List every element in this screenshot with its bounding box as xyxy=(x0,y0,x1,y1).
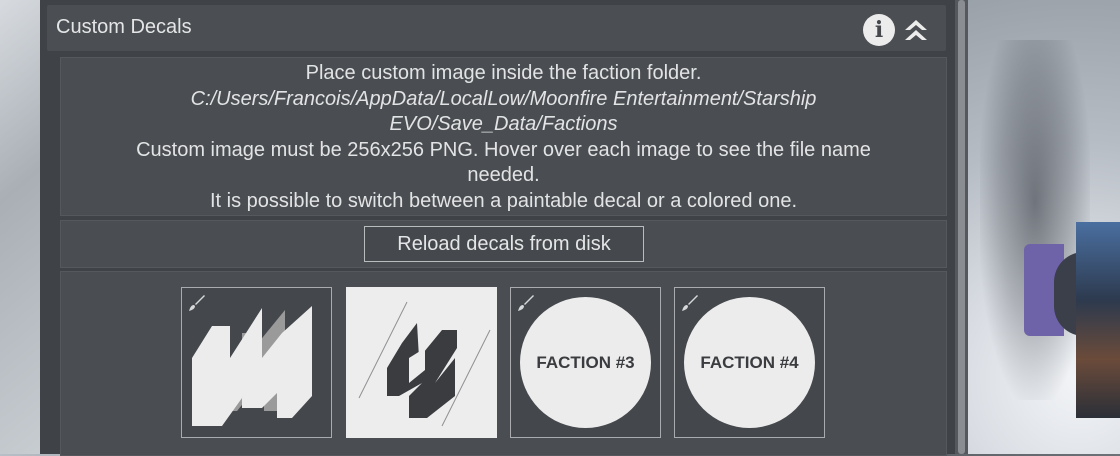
paint-brush-icon xyxy=(518,295,534,311)
background-object xyxy=(1024,222,1120,418)
instructions-box: Place custom image inside the faction fo… xyxy=(60,57,947,216)
faction-decal-image: FACTION #3 xyxy=(520,297,651,428)
decal-tile[interactable]: FACTION #4 xyxy=(674,287,825,438)
instruction-text: Custom image must be 256x256 PNG. Hover … xyxy=(136,139,871,161)
instruction-text: Place custom image inside the faction fo… xyxy=(305,62,702,84)
faction-decal-label: FACTION #4 xyxy=(700,353,799,372)
paint-brush-icon xyxy=(682,295,698,311)
folder-path-text: C:/Users/Francois/AppData/LocalLow/Moonf… xyxy=(190,88,817,110)
decals-grid: FACTION #3 FACTION #4 xyxy=(60,271,947,456)
paint-brush-icon xyxy=(189,295,205,311)
instruction-text: needed. xyxy=(467,164,540,186)
chevron-up-double-icon[interactable] xyxy=(901,15,931,45)
scrollbar-thumb[interactable] xyxy=(958,0,965,454)
decal-tile[interactable]: FACTION #3 xyxy=(510,287,661,438)
decal-tile-selected[interactable] xyxy=(346,287,497,438)
reload-decals-button[interactable]: Reload decals from disk xyxy=(364,226,644,262)
scrollbar[interactable] xyxy=(955,0,968,454)
info-icon[interactable]: i xyxy=(863,14,895,46)
decal-tile[interactable] xyxy=(181,287,332,438)
reload-row: Reload decals from disk xyxy=(60,220,947,268)
faction-decal-label: FACTION #3 xyxy=(536,353,635,372)
folder-path-text: EVO/Save_Data/Factions xyxy=(389,113,618,135)
instruction-text: It is possible to switch between a paint… xyxy=(209,190,798,212)
panel-title: Custom Decals xyxy=(56,16,192,38)
faction-decal-image: FACTION #4 xyxy=(684,297,815,428)
panel-header: Custom Decals i xyxy=(47,5,946,51)
faction-logo-image xyxy=(358,301,491,427)
